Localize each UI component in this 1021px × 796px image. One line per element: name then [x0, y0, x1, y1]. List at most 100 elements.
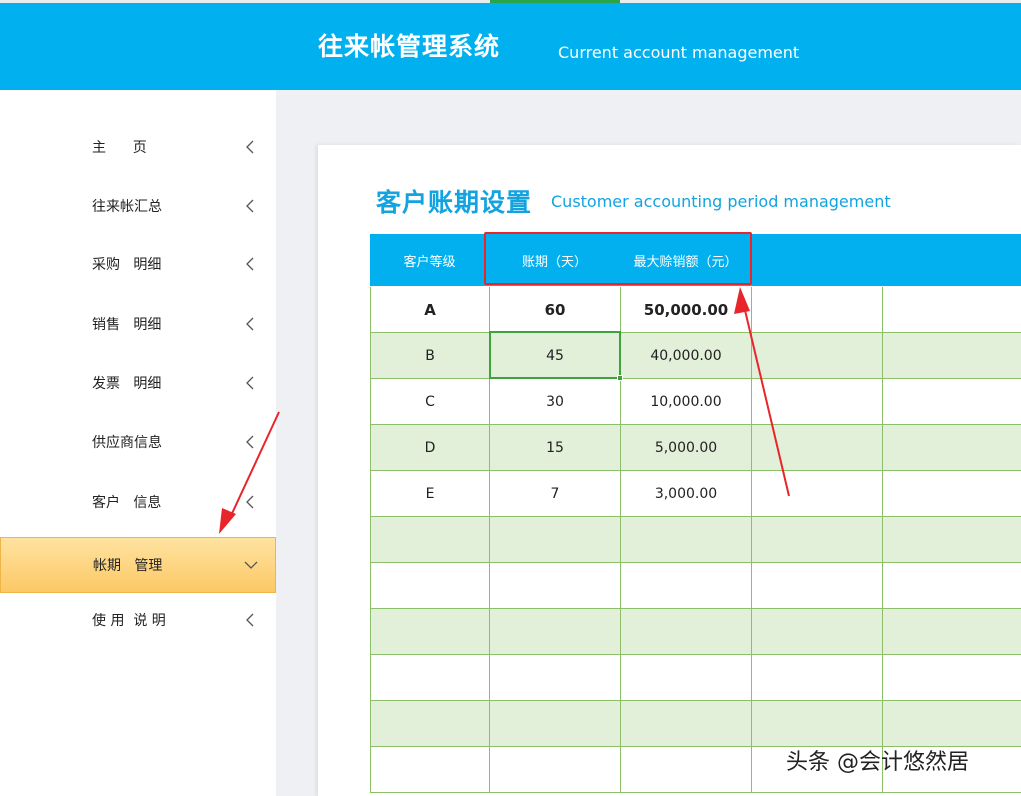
table-cell[interactable]: C [370, 379, 489, 425]
table-cell[interactable] [882, 379, 1021, 425]
sidebar-item-customer-info[interactable]: 客户 信息 [0, 474, 276, 530]
selected-cell[interactable] [489, 331, 623, 381]
sidebar-item-label: 帐期 管理 [93, 558, 163, 574]
table-cell[interactable] [620, 655, 751, 701]
table-cell[interactable]: 15 [489, 425, 620, 471]
table-cell[interactable]: 7 [489, 471, 620, 517]
table-cell[interactable] [620, 609, 751, 655]
table-cell[interactable] [751, 701, 882, 747]
sidebar-item-label: 供应商信息 [92, 435, 162, 451]
column-header-empty [751, 234, 882, 286]
table-row: C 30 10,000.00 [370, 379, 1021, 425]
chevron-left-icon [246, 495, 254, 509]
sidebar-item-purchase-detail[interactable]: 采购 明细 [0, 236, 276, 292]
sidebar-item-label: 客户 信息 [92, 495, 162, 511]
table-row [370, 609, 1021, 655]
table-cell[interactable] [370, 747, 489, 793]
table-cell[interactable] [620, 701, 751, 747]
sidebar-item-supplier-info[interactable]: 供应商信息 [0, 414, 276, 470]
table-cell[interactable] [370, 609, 489, 655]
chevron-down-icon [244, 561, 258, 569]
table-cell[interactable] [882, 287, 1021, 333]
table-cell[interactable] [370, 701, 489, 747]
chevron-left-icon [246, 199, 254, 213]
table-cell[interactable]: E [370, 471, 489, 517]
column-header-empty [882, 234, 1021, 286]
sidebar: 主 页 往来帐汇总 采购 明细 销售 明细 发票 明细 供应商信息 客户 信息 … [0, 90, 276, 796]
sidebar-item-home[interactable]: 主 页 [0, 119, 276, 175]
table-row: A 60 50,000.00 [370, 287, 1021, 333]
app-title: 往来帐管理系统 [318, 32, 501, 61]
watermark: 头条 @会计悠然居 [786, 750, 969, 775]
table-cell[interactable] [882, 517, 1021, 563]
table-cell[interactable] [751, 425, 882, 471]
table-row: B 45 40,000.00 [370, 333, 1021, 379]
table-cell[interactable] [751, 287, 882, 333]
table-cell[interactable] [370, 517, 489, 563]
app-header: 往来帐管理系统 Current account management [0, 3, 1021, 90]
app-subtitle: Current account management [558, 43, 800, 62]
table-row [370, 517, 1021, 563]
chevron-left-icon [246, 376, 254, 390]
sidebar-item-summary[interactable]: 往来帐汇总 [0, 178, 276, 234]
table-cell[interactable] [370, 563, 489, 609]
table-cell[interactable]: B [370, 333, 489, 379]
page-title: 客户账期设置 [376, 188, 533, 217]
table-row: E 7 3,000.00 [370, 471, 1021, 517]
table-cell[interactable] [489, 517, 620, 563]
table-cell[interactable] [751, 563, 882, 609]
table-cell[interactable] [882, 563, 1021, 609]
table-cell[interactable] [882, 333, 1021, 379]
chevron-left-icon [246, 140, 254, 154]
chevron-left-icon [246, 257, 254, 271]
table-cell[interactable] [620, 563, 751, 609]
table-cell[interactable] [882, 701, 1021, 747]
chevron-left-icon [246, 613, 254, 627]
sidebar-item-label: 采购 明细 [92, 257, 162, 273]
sidebar-item-label: 使 用 说 明 [92, 613, 166, 629]
table-row [370, 655, 1021, 701]
table-cell[interactable] [751, 379, 882, 425]
table-cell[interactable] [751, 471, 882, 517]
sidebar-item-period-management[interactable]: 帐期 管理 [0, 537, 276, 593]
fill-handle[interactable] [617, 375, 623, 381]
table-cell[interactable]: 50,000.00 [620, 287, 751, 333]
table-cell[interactable] [620, 747, 751, 793]
page-subtitle: Customer accounting period management [551, 192, 891, 211]
sidebar-item-label: 销售 明细 [92, 317, 162, 333]
table-cell[interactable] [489, 563, 620, 609]
table-cell[interactable] [882, 471, 1021, 517]
table-cell[interactable] [882, 425, 1021, 471]
table-cell[interactable] [751, 333, 882, 379]
table-cell[interactable] [489, 701, 620, 747]
table-row: D 15 5,000.00 [370, 425, 1021, 471]
table-cell[interactable] [620, 517, 751, 563]
table-cell[interactable]: A [370, 287, 489, 333]
table-cell[interactable]: 30 [489, 379, 620, 425]
table-cell[interactable] [370, 655, 489, 701]
sidebar-item-label: 主 页 [92, 140, 147, 156]
table-cell[interactable]: 3,000.00 [620, 471, 751, 517]
sidebar-item-instructions[interactable]: 使 用 说 明 [0, 592, 276, 648]
table-cell[interactable] [489, 655, 620, 701]
table-cell[interactable] [751, 609, 882, 655]
table-cell[interactable]: 60 [489, 287, 620, 333]
table-cell[interactable] [751, 517, 882, 563]
table-cell[interactable] [882, 655, 1021, 701]
table-cell[interactable] [489, 609, 620, 655]
table-cell[interactable]: 40,000.00 [620, 333, 751, 379]
table-cell[interactable]: 5,000.00 [620, 425, 751, 471]
annotation-highlight-box [484, 232, 752, 285]
table-cell[interactable] [489, 747, 620, 793]
sidebar-item-sales-detail[interactable]: 销售 明细 [0, 296, 276, 352]
sidebar-item-invoice-detail[interactable]: 发票 明细 [0, 355, 276, 411]
column-header-customer-level: 客户等级 [403, 254, 456, 270]
table-cell[interactable]: 10,000.00 [620, 379, 751, 425]
table-row [370, 563, 1021, 609]
table-cell[interactable] [882, 609, 1021, 655]
sidebar-item-label: 往来帐汇总 [92, 199, 162, 215]
table-row [370, 701, 1021, 747]
sidebar-item-label: 发票 明细 [92, 376, 162, 392]
table-cell[interactable] [751, 655, 882, 701]
table-cell[interactable]: D [370, 425, 489, 471]
